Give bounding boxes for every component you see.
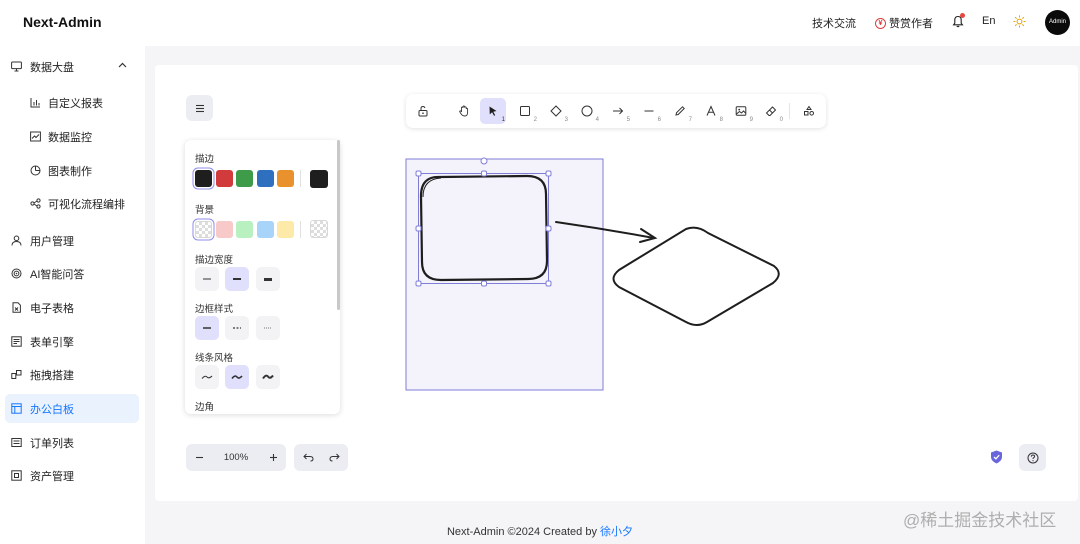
background-current-color[interactable] <box>310 220 328 238</box>
stroke-width-bold[interactable] <box>225 267 249 291</box>
help-icon <box>1027 452 1038 463</box>
tool-eraser[interactable]: 0 <box>758 98 784 124</box>
swatch-divider <box>300 170 301 187</box>
text-icon <box>706 105 716 116</box>
border-style-solid[interactable] <box>195 316 219 340</box>
tool-diamond[interactable]: 3 <box>543 98 569 124</box>
image-icon <box>735 106 747 116</box>
stroke-swatch-red[interactable] <box>216 170 233 187</box>
toolbar-divider <box>789 103 790 119</box>
zoom-in-button[interactable] <box>260 444 286 471</box>
diamond-shape[interactable] <box>612 226 780 326</box>
extra-bold-line-icon <box>264 277 272 281</box>
sketch-wave-icon <box>231 375 243 379</box>
smooth-wave-icon <box>201 375 213 379</box>
tool-shortcut: 1 <box>501 117 505 123</box>
line-style-title: 线条风格 <box>195 353 234 364</box>
tool-rectangle[interactable]: 2 <box>512 98 538 124</box>
watermark: @稀土掘金技术社区 <box>903 511 1057 530</box>
stroke-width-extra-bold[interactable] <box>256 267 280 291</box>
selection-area <box>405 158 604 391</box>
tool-shortcut: 4 <box>595 117 599 123</box>
tool-selection[interactable]: 1 <box>480 98 506 124</box>
line-style-architect[interactable] <box>195 365 219 389</box>
pointer-icon <box>489 106 497 116</box>
background-swatch-transparent[interactable] <box>195 221 212 238</box>
solid-line-icon <box>203 327 211 329</box>
stroke-swatch-orange[interactable] <box>277 170 294 187</box>
swatch-divider <box>300 221 301 238</box>
background-swatch-yellow[interactable] <box>277 221 294 238</box>
tool-shortcut: 5 <box>626 117 630 123</box>
zoom-out-button[interactable] <box>186 444 212 471</box>
tool-shortcut: 2 <box>533 117 537 123</box>
line-style-artist[interactable] <box>225 365 249 389</box>
tool-shortcut: 6 <box>657 117 661 123</box>
tool-shortcut: 9 <box>749 117 753 123</box>
arrow-right-icon <box>613 107 624 115</box>
diamond-icon <box>550 105 562 117</box>
background-swatch-pink[interactable] <box>216 221 233 238</box>
footer-author-link[interactable]: 徐小夕 <box>600 526 633 538</box>
background-swatch-green[interactable] <box>236 221 253 238</box>
hand-icon <box>459 105 469 117</box>
border-style-title: 边框样式 <box>195 304 234 315</box>
tool-shortcut: 0 <box>779 117 783 123</box>
rough-wave-icon <box>262 374 274 380</box>
panel-scrollbar[interactable] <box>337 140 340 310</box>
ellipse-icon <box>581 105 593 117</box>
stroke-width-thin[interactable] <box>195 267 219 291</box>
tool-line[interactable]: 6 <box>636 98 662 124</box>
tool-shortcut: 8 <box>719 117 723 123</box>
main-menu-button[interactable] <box>186 95 213 121</box>
hamburger-icon <box>195 104 204 112</box>
pencil-icon <box>675 106 685 116</box>
lock-open-icon <box>418 105 428 117</box>
undo-icon <box>302 453 314 462</box>
thin-line-icon <box>203 278 211 280</box>
zoom-controls: 100% <box>186 444 286 471</box>
bold-line-icon <box>233 278 241 280</box>
tool-ellipse[interactable]: 4 <box>574 98 600 124</box>
zoom-level[interactable]: 100% <box>216 452 256 463</box>
stroke-current-color[interactable] <box>310 170 328 188</box>
dotted-line-icon <box>264 327 272 329</box>
help-button[interactable] <box>1019 444 1046 471</box>
rectangle-icon <box>520 106 530 116</box>
tool-shortcut: 7 <box>688 117 692 123</box>
tool-lock[interactable] <box>410 98 436 124</box>
tool-shortcut: 3 <box>564 117 568 123</box>
library-icon <box>804 105 814 116</box>
plus-icon <box>269 454 277 461</box>
stroke-section-title: 描边 <box>195 154 215 165</box>
eraser-icon <box>765 106 777 116</box>
stroke-swatch-black[interactable] <box>195 170 212 187</box>
undo-button[interactable] <box>295 444 321 471</box>
tool-hand[interactable] <box>451 98 477 124</box>
stroke-swatch-green[interactable] <box>236 170 253 187</box>
line-style-cartoonist[interactable] <box>256 365 280 389</box>
line-icon <box>644 110 654 112</box>
redo-button[interactable] <box>321 444 347 471</box>
shield-check-icon[interactable] <box>990 450 1003 464</box>
background-swatch-blue[interactable] <box>257 221 274 238</box>
redo-icon <box>328 453 340 462</box>
whiteboard-canvas[interactable] <box>0 0 1080 544</box>
tool-library[interactable] <box>796 98 822 124</box>
dashed-line-icon <box>233 327 241 329</box>
minus-icon <box>195 456 203 459</box>
border-style-dashed[interactable] <box>225 316 249 340</box>
background-section-title: 背景 <box>195 205 215 216</box>
tool-arrow[interactable]: 5 <box>605 98 631 124</box>
border-style-dotted[interactable] <box>256 316 280 340</box>
stroke-swatch-blue[interactable] <box>257 170 274 187</box>
stroke-width-title: 描边宽度 <box>195 255 234 266</box>
tool-draw[interactable]: 7 <box>667 98 693 124</box>
history-controls <box>294 444 348 471</box>
tool-image[interactable]: 9 <box>728 98 754 124</box>
corner-title: 边角 <box>195 402 215 413</box>
drawing-toolbar: 1 2 3 4 5 6 7 8 9 0 <box>406 94 826 128</box>
tool-text[interactable]: 8 <box>698 98 724 124</box>
footer-text: Next-Admin ©2024 Created by <box>446 526 600 538</box>
